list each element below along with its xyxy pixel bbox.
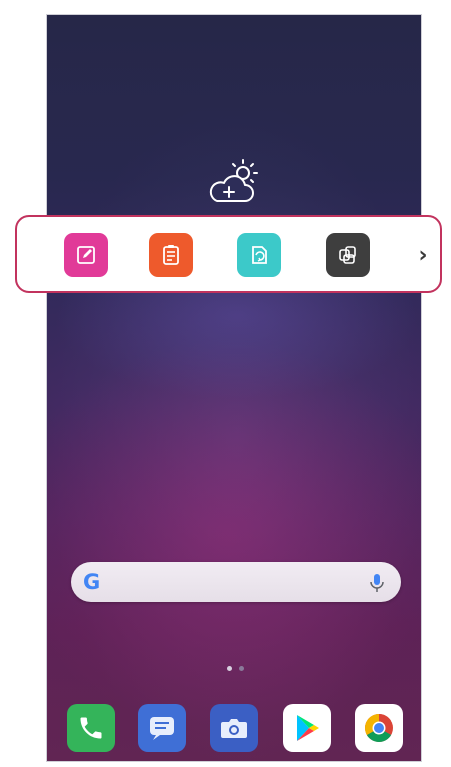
memo-icon — [77, 246, 95, 264]
google-search-bar[interactable]: G — [71, 562, 401, 602]
camera-icon — [221, 719, 247, 738]
play-store-app-icon[interactable] — [283, 704, 331, 752]
page-dot-active — [227, 666, 232, 671]
page-indicator — [223, 665, 253, 673]
messages-icon — [150, 717, 174, 740]
messages-app-icon[interactable] — [138, 704, 186, 752]
mic-icon[interactable] — [367, 572, 387, 594]
weather-add-icon[interactable] — [207, 157, 265, 207]
chrome-app-icon[interactable] — [355, 704, 403, 752]
play-store-icon — [297, 715, 319, 741]
phone-icon — [80, 717, 102, 739]
capture-app-icon[interactable] — [326, 233, 370, 277]
quick-memo-app-icon[interactable] — [237, 233, 281, 277]
page-dot — [239, 666, 244, 671]
wallpaper — [47, 15, 421, 761]
google-logo: G — [83, 570, 101, 594]
phone-app-icon[interactable] — [67, 704, 115, 752]
tasks-app-icon[interactable] — [149, 233, 193, 277]
camera-app-icon[interactable] — [210, 704, 258, 752]
quick-memo-icon — [252, 246, 267, 264]
home-screen: G — [46, 14, 422, 762]
chrome-icon — [365, 714, 393, 742]
more-apps-arrow[interactable]: › — [410, 241, 436, 269]
capture-icon — [339, 246, 356, 264]
memo-app-icon[interactable] — [64, 233, 108, 277]
tasks-icon — [163, 245, 179, 265]
